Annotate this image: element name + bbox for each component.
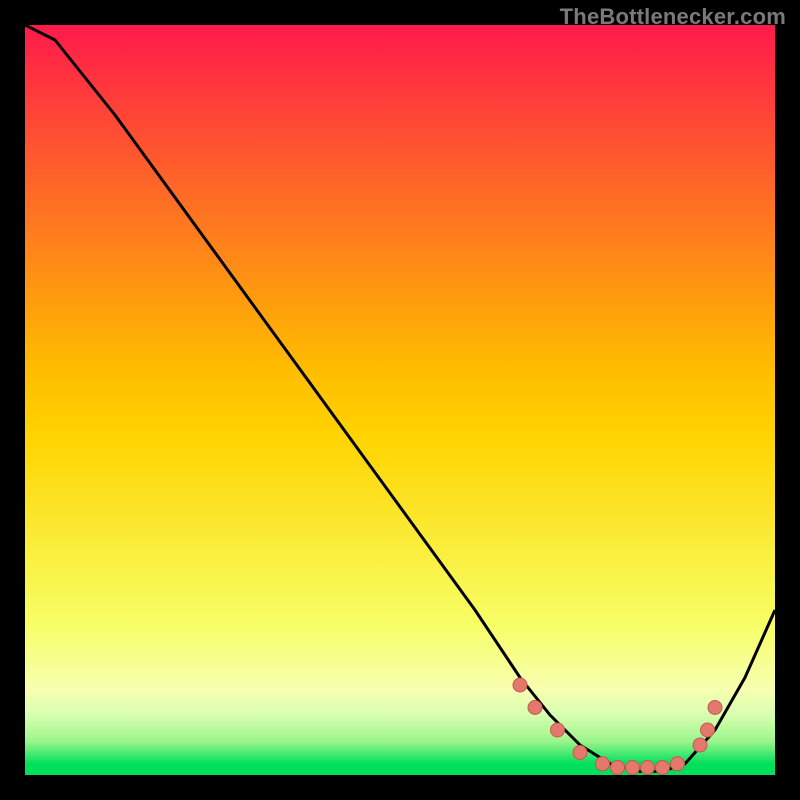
marker-dot [708,701,722,715]
marker-dot [551,723,565,737]
marker-dot [626,761,640,775]
marker-dot [656,761,670,775]
marker-dot [596,757,610,771]
chart-frame: TheBottlenecker.com [0,0,800,800]
chart-svg [25,25,775,775]
marker-dot [573,746,587,760]
gradient-background [25,25,775,775]
marker-dot [671,757,685,771]
marker-dot [701,723,715,737]
marker-dot [513,678,527,692]
marker-dot [611,761,625,775]
plot-area [25,25,775,775]
marker-dot [641,761,655,775]
marker-dot [693,738,707,752]
marker-dot [528,701,542,715]
